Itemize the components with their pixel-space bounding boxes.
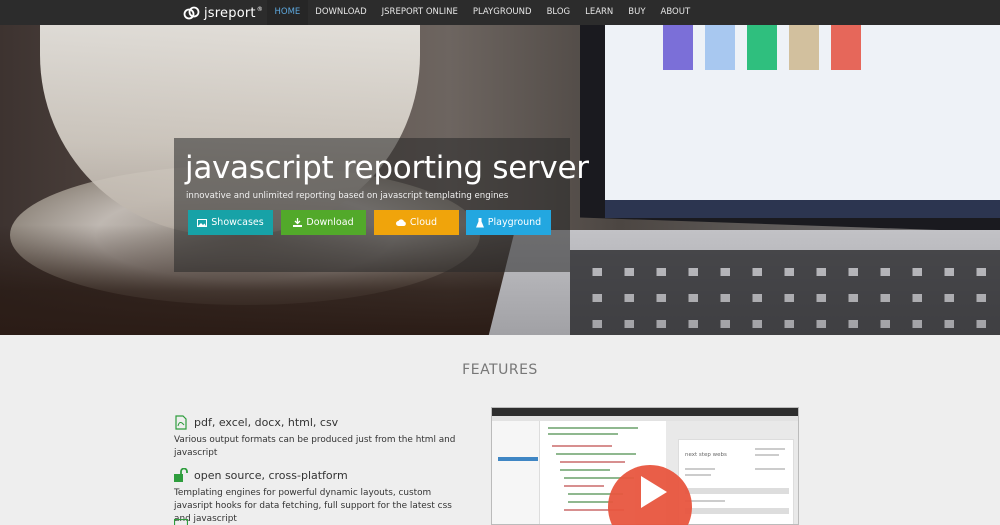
hero-overlay: javascript reporting server innovative a… (174, 138, 589, 272)
nav-item-jsreport-online[interactable]: JSREPORT ONLINE (374, 0, 465, 25)
nav-item-about[interactable]: ABOUT (653, 0, 698, 25)
features-heading: FEATURES (462, 362, 538, 378)
code-line (556, 453, 636, 455)
play-icon (641, 476, 667, 508)
feature-description: Various output formats can be produced j… (174, 435, 456, 458)
code-line (560, 461, 625, 463)
feature-header: pdf, excel, docx, html, csv (174, 413, 464, 431)
doc-line (685, 474, 711, 476)
nav-item-download[interactable]: DOWNLOAD (308, 0, 374, 25)
showcases-button-label: Showcases (211, 217, 264, 228)
studio-toolbar (492, 408, 798, 416)
nav-item-playground[interactable]: PLAYGROUND (465, 0, 539, 25)
checkbox-icon (174, 518, 188, 525)
jsreport-logo-icon (183, 6, 200, 20)
jsreport-logo[interactable]: jsreport® (183, 4, 263, 22)
hero-photo-bar (789, 25, 819, 70)
hero-photo-taskbar (605, 200, 1000, 218)
feature-partial (174, 517, 464, 525)
brand-name: jsreport® (204, 5, 263, 21)
feature-output-formats: pdf, excel, docx, html, csv Various outp… (174, 413, 464, 460)
feature-title: open source, cross-platform (194, 468, 348, 482)
hero-photo-keys (570, 250, 1000, 335)
hero-subtitle: innovative and unlimited reporting based… (186, 191, 509, 201)
main-nav: HOME DOWNLOAD JSREPORT ONLINE PLAYGROUND… (267, 0, 698, 25)
code-line (548, 433, 618, 435)
doc-line (755, 448, 785, 450)
code-line (552, 445, 612, 447)
hero-title: javascript reporting server (185, 150, 589, 186)
download-button[interactable]: Download (281, 210, 366, 235)
nav-item-home[interactable]: HOME (267, 0, 308, 25)
doc-line (755, 468, 785, 470)
playground-button[interactable]: Playground (466, 210, 551, 235)
unlock-icon (174, 467, 188, 483)
hero-banner: javascript reporting server innovative a… (0, 25, 1000, 335)
showcases-button[interactable]: Showcases (188, 210, 273, 235)
doc-line (685, 488, 789, 494)
studio-sidebar (492, 421, 540, 524)
hero-photo-laptop-display (605, 25, 1000, 200)
doc-line (685, 468, 715, 470)
feature-header (174, 517, 464, 525)
playground-button-label: Playground (487, 217, 542, 228)
cloud-icon (395, 219, 406, 226)
cloud-button-label: Cloud (409, 217, 438, 228)
hero-photo-bar (663, 25, 693, 70)
code-line (548, 427, 638, 429)
nav-item-learn[interactable]: LEARN (578, 0, 621, 25)
studio-sidebar-selected (498, 457, 538, 461)
nav-item-blog[interactable]: BLOG (539, 0, 578, 25)
download-icon (293, 218, 303, 227)
preview-brand: next step webs (685, 452, 727, 458)
doc-line (755, 454, 779, 456)
hero-photo-bar (747, 25, 777, 70)
pdf-file-icon (174, 414, 188, 430)
image-icon (197, 218, 208, 227)
flask-icon (475, 217, 484, 227)
doc-line (685, 508, 789, 514)
code-line (568, 501, 613, 503)
code-line (560, 469, 610, 471)
top-navbar: jsreport® HOME DOWNLOAD JSREPORT ONLINE … (0, 0, 1000, 25)
hero-photo-bar (831, 25, 861, 70)
preview-document: next step webs (678, 439, 794, 524)
feature-header: open source, cross-platform (174, 466, 464, 484)
code-line (564, 485, 604, 487)
feature-title: pdf, excel, docx, html, csv (194, 415, 339, 429)
cloud-button[interactable]: Cloud (374, 210, 459, 235)
hero-photo-bar (705, 25, 735, 70)
download-button-label: Download (306, 217, 354, 228)
nav-item-buy[interactable]: BUY (621, 0, 653, 25)
